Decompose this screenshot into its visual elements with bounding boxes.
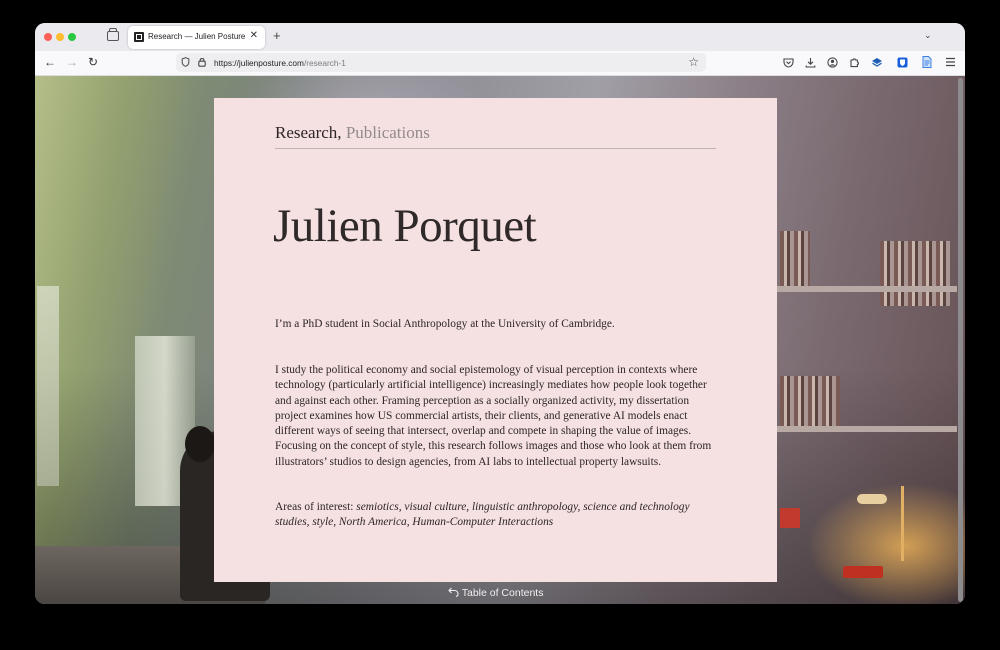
browser-window: Research — Julien Posture ✕ + ⌄ ← → ↻ ht… — [35, 23, 965, 604]
forward-arrow-icon[interactable]: → — [66, 55, 78, 69]
background-books — [880, 241, 950, 306]
browser-tab[interactable]: Research — Julien Posture ✕ — [128, 26, 265, 49]
pocket-icon[interactable] — [782, 56, 794, 68]
background-person-head — [185, 426, 215, 462]
lock-icon[interactable] — [198, 57, 206, 67]
page-content: Research, Publications Julien Porquet I’… — [35, 76, 965, 604]
tab-title: Research — Julien Posture — [148, 32, 246, 41]
tab-close-icon[interactable]: ✕ — [250, 30, 258, 41]
favicon-icon — [134, 32, 144, 42]
content-card: Research, Publications Julien Porquet I’… — [214, 98, 777, 582]
section-nav: Research, Publications — [275, 123, 716, 149]
background-object — [843, 566, 883, 578]
interests-label: Areas of interest: — [275, 501, 357, 513]
bookmark-star-icon[interactable]: ☆ — [688, 55, 699, 69]
chevron-down-icon[interactable]: ⌄ — [924, 30, 932, 41]
close-window-button[interactable] — [44, 33, 52, 41]
tab-bar: Research — Julien Posture ✕ + ⌄ — [35, 23, 965, 51]
navigation-toolbar: ← → ↻ https://julienposture.com/research… — [35, 51, 965, 76]
background-sign — [780, 508, 800, 528]
background-books — [780, 376, 840, 426]
research-paragraph: I study the political economy and social… — [275, 364, 712, 468]
back-arrow-icon — [448, 587, 459, 598]
tab-list-icon[interactable] — [107, 28, 119, 41]
table-of-contents-link[interactable]: Table of Contents — [448, 587, 543, 599]
url-text[interactable]: https://julienposture.com/research-1 — [214, 58, 346, 68]
minimize-window-button[interactable] — [56, 33, 64, 41]
intro-paragraph: I’m a PhD student in Social Anthropology… — [275, 318, 615, 330]
account-icon[interactable] — [826, 56, 838, 68]
url-path: /research-1 — [303, 58, 346, 68]
extensions-icon[interactable] — [848, 56, 860, 68]
back-arrow-icon[interactable]: ← — [44, 55, 56, 69]
nav-link-research[interactable]: Research, — [275, 123, 342, 142]
shield-icon[interactable] — [181, 57, 190, 67]
reader-extension-icon[interactable] — [921, 56, 933, 68]
interests-paragraph: Areas of interest: semiotics, visual cul… — [275, 500, 720, 531]
download-icon[interactable] — [804, 56, 816, 68]
background-shelf — [777, 286, 957, 292]
background-books — [780, 231, 810, 286]
toc-label: Table of Contents — [461, 587, 544, 599]
nav-link-publications[interactable]: Publications — [346, 123, 430, 142]
layers-extension-icon[interactable] — [871, 56, 883, 68]
background-shelf — [777, 426, 957, 432]
new-tab-button[interactable]: + — [273, 29, 281, 42]
zoom-window-button[interactable] — [68, 33, 76, 41]
reload-icon[interactable]: ↻ — [88, 55, 98, 69]
background-lamp-stand — [901, 486, 904, 561]
page-title: Julien Porquet — [273, 200, 537, 252]
background-lamp — [857, 494, 887, 504]
address-bar[interactable]: https://julienposture.com/research-1 ☆ — [176, 53, 706, 72]
background-window — [37, 286, 59, 486]
scrollbar[interactable] — [958, 78, 963, 602]
url-host: https://julienposture.com — [214, 58, 304, 68]
password-manager-icon[interactable] — [896, 56, 908, 68]
menu-icon[interactable] — [944, 56, 956, 68]
